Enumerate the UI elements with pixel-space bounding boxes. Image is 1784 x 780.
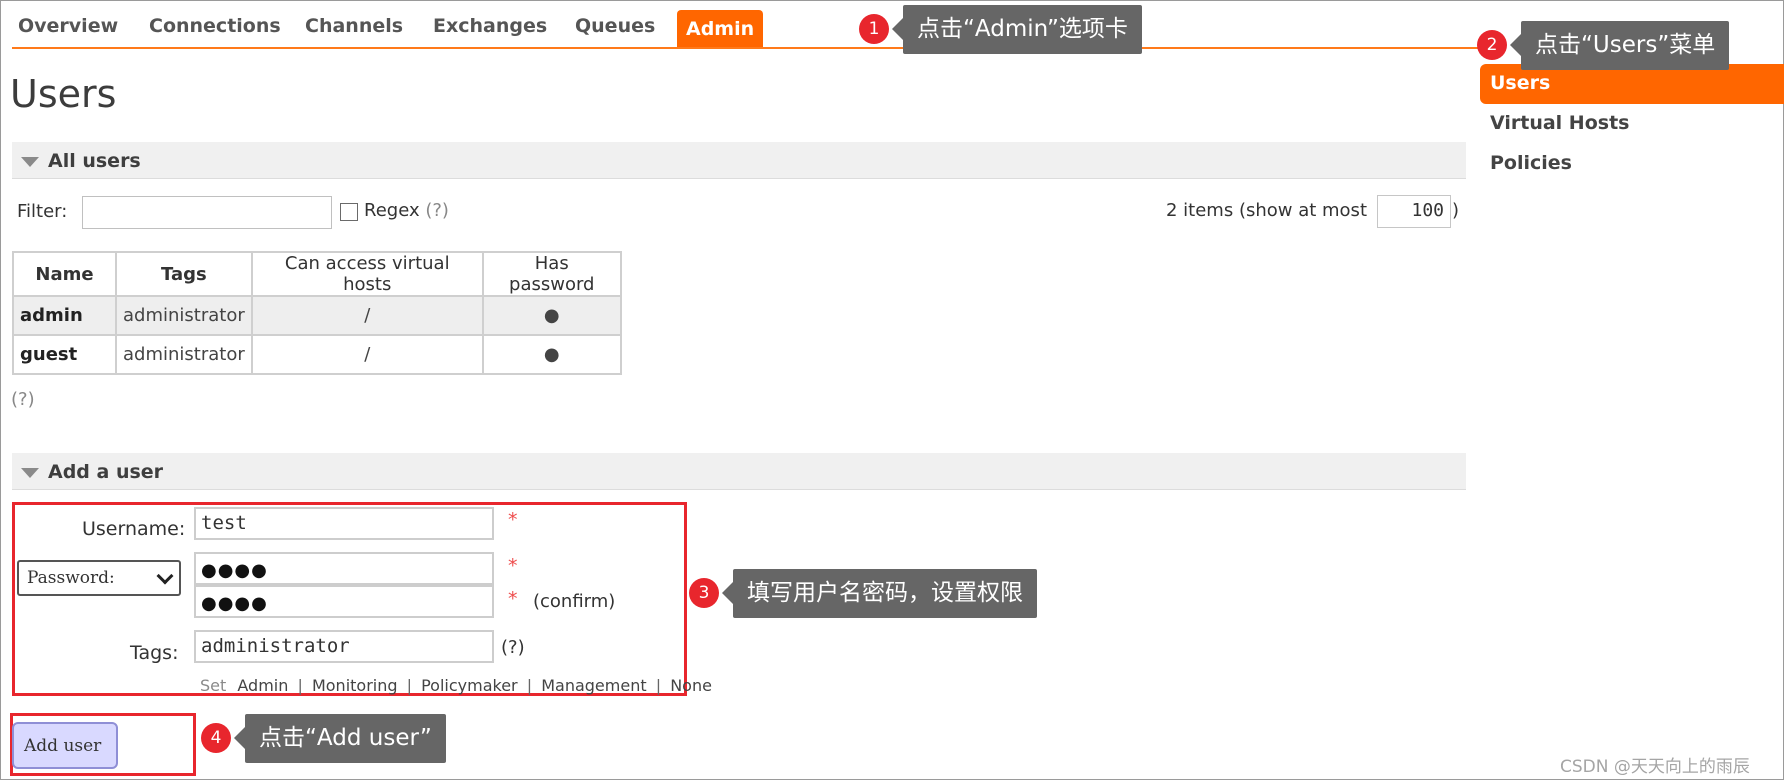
required-mark: *: [508, 509, 518, 531]
users-table: Name Tags Can access virtual hosts Has p…: [12, 251, 622, 375]
page-title: Users: [10, 72, 117, 116]
tag-option-management[interactable]: Management: [541, 676, 646, 695]
table-help-link[interactable]: (?): [11, 389, 35, 410]
password-mode-select[interactable]: Password:: [17, 560, 181, 596]
regex-help-link[interactable]: (?): [425, 200, 449, 221]
tab-exchanges[interactable]: Exchanges: [433, 15, 547, 37]
has-password-icon: ●: [481, 295, 622, 336]
all-users-header[interactable]: All users: [12, 142, 1466, 179]
filter-label: Filter:: [17, 201, 68, 222]
user-tags: administrator: [115, 295, 253, 336]
table-header-row: Name Tags Can access virtual hosts Has p…: [12, 251, 622, 297]
table-row: guest administrator / ●: [12, 334, 622, 375]
step-1-callout: 点击“Admin”选项卡: [892, 5, 1142, 54]
col-has-password[interactable]: Has password: [481, 251, 622, 297]
tags-help-link[interactable]: (?): [501, 637, 525, 658]
tags-input[interactable]: administrator: [194, 630, 494, 663]
regex-checkbox[interactable]: [340, 203, 358, 221]
password-mode-value: Password:: [27, 568, 115, 588]
tab-queues[interactable]: Queues: [575, 15, 655, 37]
tab-connections[interactable]: Connections: [149, 15, 281, 37]
user-tags: administrator: [115, 334, 253, 375]
tag-option-none[interactable]: None: [670, 676, 712, 695]
chevron-down-icon: [156, 567, 174, 585]
sidebar-item-users[interactable]: Users: [1480, 64, 1784, 104]
confirm-label: (confirm): [533, 591, 616, 612]
tag-option-policymaker[interactable]: Policymaker: [421, 676, 518, 695]
user-vhosts: /: [250, 295, 484, 336]
watermark: CSDN @天天向上的雨辰: [1560, 757, 1750, 777]
sidebar-item-policies[interactable]: Policies: [1480, 144, 1784, 184]
add-user-header[interactable]: Add a user: [12, 453, 1466, 490]
tags-label: Tags:: [130, 642, 179, 664]
add-user-title: Add a user: [48, 461, 164, 483]
tab-admin[interactable]: Admin: [677, 10, 764, 47]
required-mark: *: [508, 588, 518, 610]
admin-sidebar: Users Virtual Hosts Policies: [1480, 64, 1784, 184]
user-vhosts: /: [250, 334, 484, 375]
col-tags[interactable]: Tags: [115, 251, 253, 297]
step-2-badge: 2: [1477, 30, 1507, 60]
step-4-badge: 4: [201, 723, 231, 753]
user-name-link[interactable]: guest: [12, 334, 117, 375]
set-label: Set: [200, 676, 227, 695]
tag-option-monitoring[interactable]: Monitoring: [312, 676, 398, 695]
step-1-badge: 1: [859, 14, 889, 44]
required-mark: *: [508, 555, 518, 577]
step-4-callout: 点击“Add user”: [234, 714, 446, 763]
tag-option-admin[interactable]: Admin: [237, 676, 288, 695]
password-input[interactable]: ●●●●: [194, 552, 494, 585]
items-count-text: 2 items (show at most: [1166, 200, 1367, 221]
add-user-button[interactable]: Add user: [12, 722, 118, 769]
step-3-callout: 填写用户名密码，设置权限: [722, 569, 1037, 618]
collapse-triangle-icon: [21, 157, 39, 167]
all-users-title: All users: [48, 150, 141, 172]
tab-channels[interactable]: Channels: [305, 15, 403, 37]
has-password-icon: ●: [481, 334, 622, 375]
username-input[interactable]: test: [194, 507, 494, 540]
user-name-link[interactable]: admin: [12, 295, 117, 336]
tag-separator: |: [297, 676, 303, 695]
items-count-close: ): [1452, 200, 1460, 221]
col-vhosts[interactable]: Can access virtual hosts: [250, 251, 484, 297]
step-3-badge: 3: [689, 578, 719, 608]
collapse-triangle-icon: [21, 468, 39, 478]
username-label: Username:: [82, 518, 186, 540]
tag-separator: |: [655, 676, 662, 695]
tag-shortcuts: Set Admin | Monitoring | Policymaker | M…: [200, 676, 712, 695]
password-confirm-input[interactable]: ●●●●: [194, 585, 494, 618]
col-name[interactable]: Name: [12, 251, 117, 297]
sidebar-item-virtual-hosts[interactable]: Virtual Hosts: [1480, 104, 1784, 144]
tag-separator: |: [526, 676, 533, 695]
max-items-input[interactable]: 100: [1377, 195, 1451, 228]
top-nav: Overview Connections Channels Exchanges …: [12, 10, 1497, 49]
regex-label: Regex (?): [364, 200, 449, 221]
step-2-callout: 点击“Users”菜单: [1509, 21, 1730, 70]
table-row: admin administrator / ●: [12, 295, 622, 336]
tag-separator: |: [406, 676, 412, 695]
tab-overview[interactable]: Overview: [18, 15, 118, 37]
filter-input[interactable]: [82, 196, 332, 229]
